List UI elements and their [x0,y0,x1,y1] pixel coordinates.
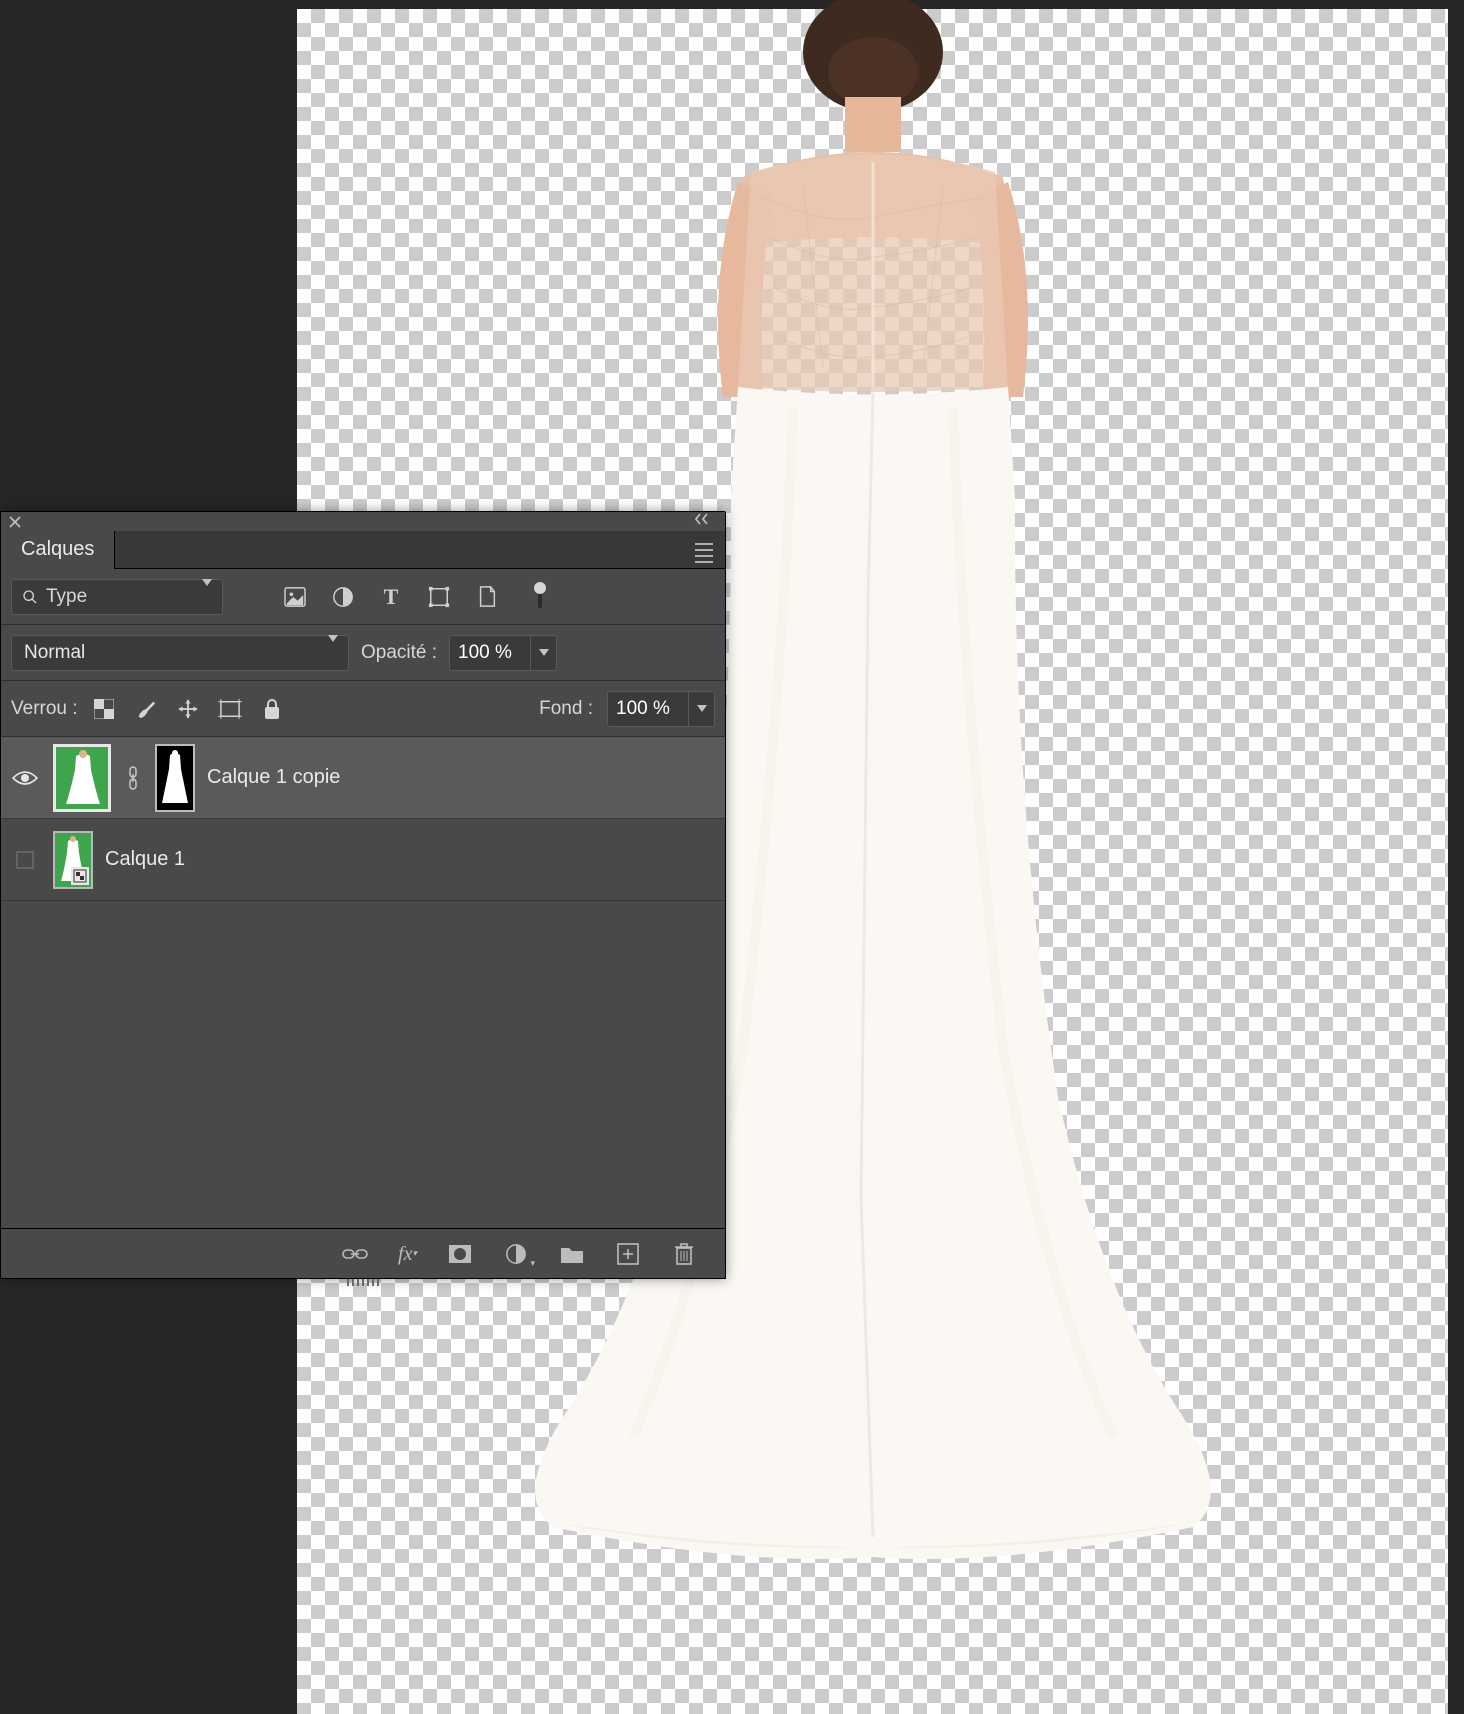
layer-thumbnail[interactable] [53,831,93,889]
tab-layers[interactable]: Calques [1,531,115,569]
blend-mode-value: Normal [24,642,85,664]
collapse-icon[interactable] [695,512,717,526]
opacity-input[interactable]: 100 % [449,635,531,671]
panel-menu-icon[interactable] [695,543,713,563]
filter-pixel-icon[interactable] [283,585,307,609]
visibility-empty-icon [15,850,35,870]
layer-row[interactable]: Calque 1 [1,819,725,901]
add-mask-icon[interactable] [447,1241,473,1267]
lock-position-icon[interactable] [176,697,200,721]
layer-row[interactable]: Calque 1 copie [1,737,725,819]
lock-row: Verrou : Fond : 100 % [1,681,725,737]
link-icon[interactable] [123,766,143,790]
layer-name[interactable]: Calque 1 copie [207,766,340,789]
close-icon[interactable] [9,516,21,528]
adjustment-layer-icon[interactable]: ▾ [503,1241,529,1267]
lock-label: Verrou : [11,698,78,720]
smart-object-badge-icon [71,867,89,885]
blend-mode-select[interactable]: Normal [11,635,349,671]
lock-brush-icon[interactable] [134,697,158,721]
panel-top-bar[interactable] [1,512,725,531]
fill-value: 100 % [616,698,670,720]
eye-icon [12,769,38,787]
filter-row: Type T [1,569,725,625]
filter-smartobject-icon[interactable] [475,585,499,609]
new-layer-icon[interactable] [615,1241,641,1267]
lock-artboard-icon[interactable] [218,697,242,721]
visibility-toggle[interactable] [9,769,41,787]
fill-stepper[interactable] [689,691,715,727]
fill-input[interactable]: 100 % [607,691,689,727]
filter-text-icon[interactable]: T [379,585,403,609]
panel-footer: fx▾ ▾ [1,1228,725,1278]
link-layers-icon[interactable] [342,1241,368,1267]
filter-shape-icon[interactable] [427,585,451,609]
layer-thumbnail[interactable] [53,744,111,812]
resize-grip[interactable] [347,1279,379,1286]
panel-tab-row: Calques [1,531,725,569]
chevron-down-icon [328,642,338,664]
lock-all-icon[interactable] [260,697,284,721]
search-icon [22,589,38,605]
trash-icon[interactable] [671,1241,697,1267]
layers-panel: Calques Type T [0,511,726,1279]
mask-thumbnail[interactable] [155,744,195,812]
filter-type-label: Type [46,586,87,608]
tab-label: Calques [21,538,94,561]
filter-toggle[interactable] [529,582,551,612]
opacity-stepper[interactable] [531,635,557,671]
filter-adjustment-icon[interactable] [331,585,355,609]
visibility-toggle[interactable] [9,850,41,870]
filter-type-select[interactable]: Type [11,579,223,615]
blend-row: Normal Opacité : 100 % [1,625,725,681]
lock-transparency-icon[interactable] [92,697,116,721]
fx-icon[interactable]: fx▾ [398,1241,417,1267]
fill-label: Fond : [539,698,593,720]
opacity-label: Opacité : [361,642,437,664]
layers-list: Calque 1 copie Calque 1 [1,737,725,901]
opacity-value: 100 % [458,642,512,664]
group-icon[interactable] [559,1241,585,1267]
chevron-down-icon [202,586,212,608]
layer-name[interactable]: Calque 1 [105,848,185,871]
